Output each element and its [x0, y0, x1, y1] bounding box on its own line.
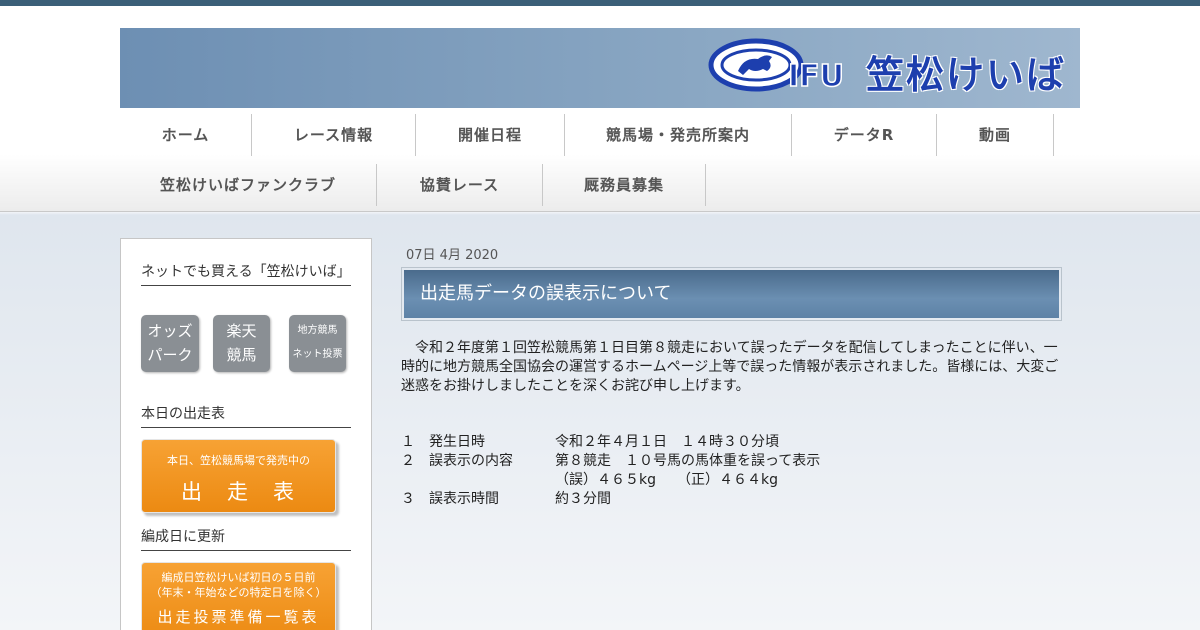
detail-value: 第８競走 １０号馬の馬体重を誤って表示 — [555, 453, 821, 469]
article-title: 出走馬データの誤表示について — [404, 270, 1059, 318]
nav-item-video[interactable]: 動画 — [937, 114, 1054, 156]
article-title-box: 出走馬データの誤表示について — [401, 267, 1062, 321]
detail-number: ３ — [401, 491, 415, 507]
detail-label: 誤表示の内容 — [429, 453, 513, 469]
nav-item-venue-guide[interactable]: 競馬場・発売所案内 — [565, 114, 792, 156]
svg-text:IFU: IFU — [788, 59, 844, 94]
horseshoe-logo-icon: IFU — [708, 38, 845, 95]
article-date: 07日 4月 2020 — [406, 248, 499, 263]
entry-prep-caption-2: （年末・年始などの特定日を除く） — [150, 586, 327, 599]
detail-value: （誤）４６５kg （正）４６４kg — [555, 472, 778, 488]
nav-row-1: ホーム レース情報 開催日程 競馬場・発売所案内 データR 動画 — [120, 114, 1054, 160]
sidebar-heading-net-betting: ネットでも買える「笠松けいば」 — [141, 263, 351, 286]
today-entries-caption: 本日、笠松競馬場で発売中の — [167, 454, 310, 467]
header-banner: IFU 笠松けいば — [120, 28, 1080, 108]
detail-label: 誤表示時間 — [429, 491, 499, 507]
nav-item-sponsor-race[interactable]: 協賛レース — [377, 164, 543, 206]
sidebar-heading-today: 本日の出走表 — [141, 405, 351, 428]
nav-item-race-info[interactable]: レース情報 — [252, 114, 416, 156]
rakuten-keiba-label-2: 競馬 — [226, 346, 257, 364]
today-entries-button[interactable]: 本日、笠松競馬場で発売中の 出 走 表 — [141, 439, 336, 513]
nav-row-2: 笠松けいばファンクラブ 協賛レース 厩務員募集 — [120, 164, 706, 210]
rakuten-keiba-button[interactable]: 楽天 競馬 — [213, 315, 270, 372]
entry-prep-list-button[interactable]: 編成日笠松けいば初日の５日前 （年末・年始などの特定日を除く） 出走投票準備一覧… — [141, 562, 336, 630]
nav-item-fan-club[interactable]: 笠松けいばファンクラブ — [120, 164, 377, 206]
detail-value: 約３分間 — [555, 491, 611, 507]
top-bar — [0, 0, 1200, 6]
sidebar-heading-update: 編成日に更新 — [141, 528, 351, 551]
detail-label: 発生日時 — [429, 434, 485, 450]
today-entries-title: 出 走 表 — [181, 480, 296, 504]
main-navigation: ホーム レース情報 開催日程 競馬場・発売所案内 データR 動画 笠松けいばファ… — [0, 108, 1200, 212]
site-logo[interactable]: IFU 笠松けいば — [708, 38, 1068, 97]
chiho-net-vote-label-2: ネット投票 — [292, 349, 343, 360]
detail-number: ２ — [401, 453, 415, 469]
chiho-net-vote-label-1: 地方競馬 — [297, 325, 338, 336]
logo-wordmark: 笠松けいば — [866, 53, 1067, 97]
odds-park-label-2: パーク — [147, 346, 193, 364]
chiho-net-vote-button[interactable]: 地方競馬 ネット投票 — [289, 315, 346, 372]
nav-item-data-r[interactable]: データR — [792, 114, 937, 156]
entry-prep-caption-1: 編成日笠松けいば初日の５日前 — [161, 571, 316, 584]
odds-park-button[interactable]: オッズ パーク — [141, 315, 199, 372]
article-body: 令和２年度第１回笠松競馬第１日目第８競走において誤ったデータを配信してしまったこ… — [401, 340, 1059, 394]
detail-number: １ — [401, 434, 415, 450]
detail-value: 令和２年４月１日 １４時３０分頃 — [555, 434, 779, 450]
entry-prep-title: 出走投票準備一覧表 — [157, 608, 320, 626]
sidebar: ネットでも買える「笠松けいば」 オッズ パーク 楽天 競馬 地方競馬 ネット投票… — [120, 238, 372, 630]
odds-park-label-1: オッズ — [147, 322, 193, 340]
rakuten-keiba-label-1: 楽天 — [226, 322, 257, 340]
nav-item-stable-staff[interactable]: 厩務員募集 — [543, 164, 706, 206]
nav-item-schedule[interactable]: 開催日程 — [416, 114, 565, 156]
nav-item-home[interactable]: ホーム — [120, 114, 252, 156]
